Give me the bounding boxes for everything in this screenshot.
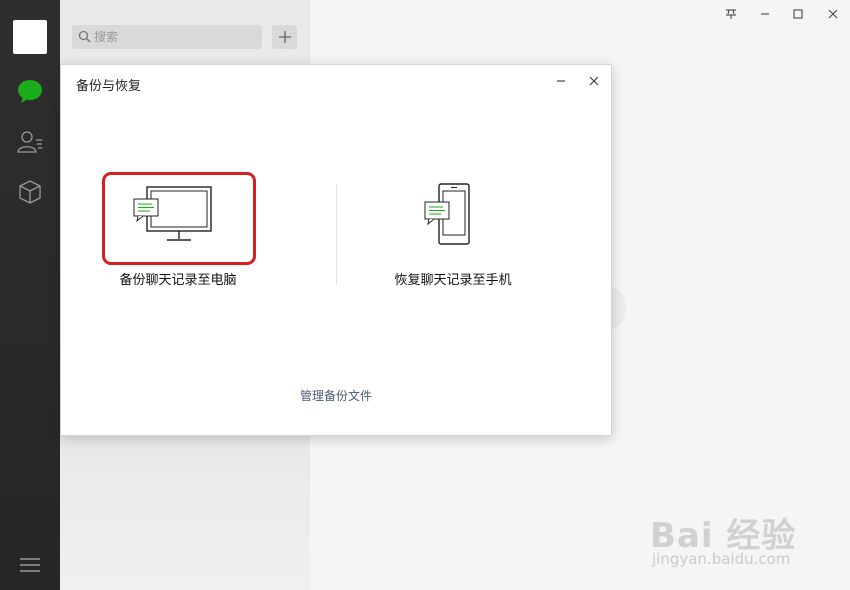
backup-to-pc-option[interactable]: 备份聊天记录至电脑 — [78, 169, 278, 299]
avatar[interactable] — [13, 20, 47, 54]
backup-restore-dialog: 备份与恢复 备份聊天记录至电脑 恢复聊天记录至手机 管理备份文件 — [60, 64, 612, 436]
dialog-minimize-icon[interactable] — [551, 71, 571, 91]
plus-icon — [279, 31, 291, 43]
divider — [336, 185, 337, 285]
restore-label: 恢复聊天记录至手机 — [394, 273, 512, 288]
menu-icon[interactable] — [18, 556, 42, 574]
restore-to-phone-option[interactable]: 恢复聊天记录至手机 — [353, 169, 553, 299]
search-box[interactable] — [72, 25, 262, 49]
dialog-close-icon[interactable] — [584, 71, 604, 91]
sidebar — [0, 0, 60, 590]
close-icon[interactable] — [822, 4, 844, 24]
contacts-icon[interactable] — [15, 127, 45, 157]
add-button[interactable] — [272, 25, 297, 49]
watermark: Bai 经验 jingyan.baidu.com — [648, 498, 838, 576]
phone-chat-icon — [424, 183, 470, 245]
minimize-icon[interactable] — [754, 4, 776, 24]
cube-icon[interactable] — [15, 177, 45, 207]
search-icon — [78, 30, 91, 43]
watermark-sub: jingyan.baidu.com — [652, 550, 791, 568]
dialog-title: 备份与恢复 — [76, 79, 142, 94]
maximize-icon[interactable] — [787, 4, 809, 24]
pin-icon[interactable] — [720, 4, 742, 24]
chat-icon[interactable] — [15, 76, 45, 106]
computer-chat-icon — [133, 186, 212, 241]
manage-backup-files-link[interactable]: 管理备份文件 — [61, 387, 611, 404]
backup-label: 备份聊天记录至电脑 — [119, 273, 237, 288]
search-input[interactable] — [94, 28, 254, 46]
